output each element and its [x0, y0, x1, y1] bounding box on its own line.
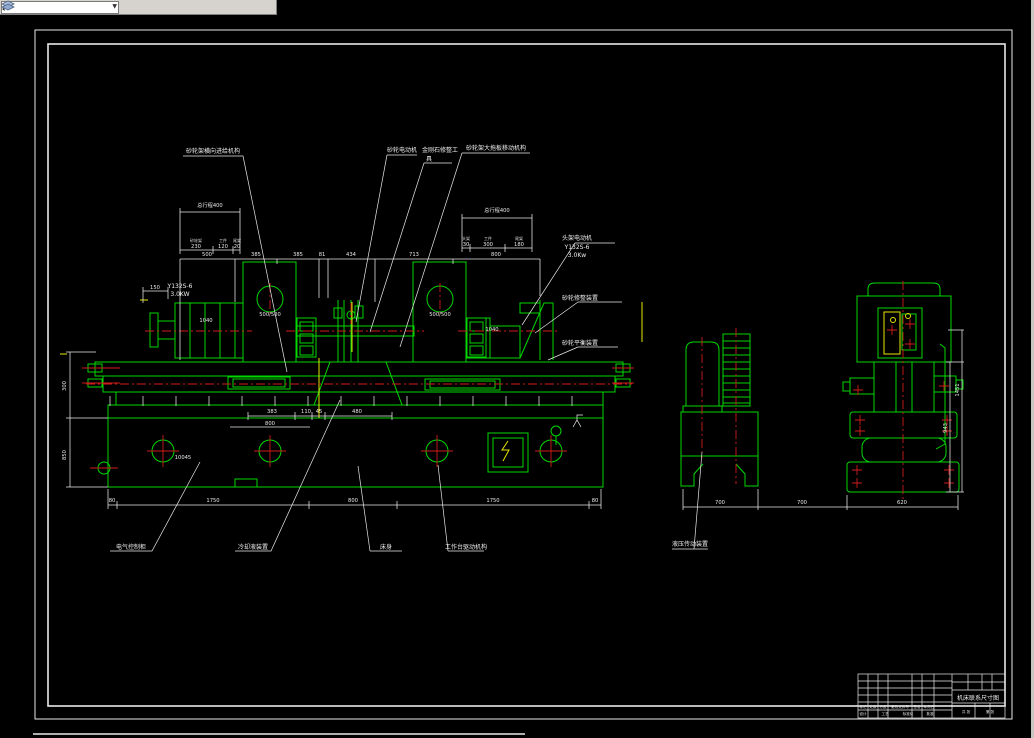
dim: 120: [218, 244, 228, 250]
chevron-down-icon[interactable]: ▼: [112, 4, 118, 10]
title-block-texts: 机床联系尺寸图 标记 处数 分区 更改文件号 签名 年月日 设计 工艺 标准化 …: [859, 694, 999, 716]
tb-cell: 设计: [859, 711, 867, 716]
dim: 385: [251, 252, 261, 258]
dim: 620: [897, 500, 907, 506]
drawing-title: 机床联系尺寸图: [957, 694, 999, 702]
callout-top-2: 砂轮电动机: [387, 146, 417, 154]
dim: 500: [202, 252, 212, 258]
dim: 150: [150, 285, 160, 291]
dim: 80: [592, 498, 599, 504]
dim: 300: [62, 381, 68, 391]
dim-label: 头架: [462, 235, 470, 241]
tb-cell: 分区: [879, 704, 887, 709]
head-left-label: 500/500: [259, 312, 281, 318]
motor-spec-1: Y132S-6: [167, 283, 193, 290]
dim: 20: [234, 244, 241, 250]
callout-right-1c: 3.0Kw: [568, 252, 586, 259]
motor-spec-2: 3.0KW: [170, 291, 189, 298]
callout-bottom-4: 工作台驱动机构: [445, 543, 487, 551]
dim: 700: [797, 500, 807, 506]
tb-cell: 处数: [869, 704, 877, 709]
tb-cell: 工艺: [881, 711, 889, 716]
callout-top-4: 砂轮架大拖板移动机构: [466, 144, 526, 152]
dimension-texts: 500 385 385 81 434 713 800 总行程400 砂轮架 工件…: [62, 201, 961, 506]
callout-right-2: 砂轮修整装置: [562, 294, 598, 302]
dim: 30: [463, 242, 470, 248]
dim: 80: [109, 498, 116, 504]
machine-geometry: [87, 261, 964, 493]
dim-label: 尾架: [233, 237, 241, 243]
callout-bottom-2: 冷却液装置: [238, 543, 268, 551]
dim: 480: [352, 409, 362, 415]
dim: 110: [301, 409, 311, 415]
dim: 1750: [486, 498, 499, 504]
tb-cell: 签名: [913, 704, 921, 709]
dim: 383: [267, 409, 277, 415]
tb-cell: 第 张: [986, 709, 995, 714]
dim-label: 尾架: [515, 235, 523, 241]
sheet-frame: [33, 29, 1013, 735]
dim-label: 工件: [484, 235, 492, 241]
dim: 850: [62, 450, 68, 460]
dim: 700: [715, 500, 725, 506]
dim: 385: [293, 252, 303, 258]
dim: 45: [316, 409, 323, 415]
dim-label: 砂轮架: [190, 237, 202, 243]
dim: 300: [483, 242, 493, 248]
tb-cell: 批准: [926, 711, 934, 716]
dim-label: 工件: [219, 237, 227, 243]
dim: 81: [319, 252, 326, 258]
callout-right-3: 砂轮平衡装置: [562, 339, 598, 347]
dim: 230: [191, 244, 201, 250]
tb-cell: 更改文件号: [891, 704, 909, 709]
dim: 1750: [206, 498, 219, 504]
layer-toolbar: ▼: [0, 0, 277, 15]
tb-cell: 共 张: [962, 709, 971, 714]
callout-top-3b: 具: [426, 156, 432, 163]
part-label-2: 1040: [485, 327, 498, 333]
leader-lines: [110, 152, 708, 552]
head-right-label: 500/500: [429, 312, 451, 318]
dim: 180: [514, 242, 524, 248]
dim-header: 总行程400: [197, 201, 222, 209]
dim: 800: [491, 252, 501, 258]
layer-combobox[interactable]: ▼: [1, 0, 119, 14]
cad-window: 砂轮架横向进给机构 砂轮电动机 金刚石修整工 具 砂轮架大拖板移动机构 头架电动…: [0, 0, 1034, 738]
layers-icon: [1, 0, 15, 11]
dim: 943: [943, 423, 949, 433]
callout-bottom-3: 床身: [380, 543, 392, 551]
dim: 434: [346, 252, 357, 258]
dimension-lines: [66, 208, 964, 510]
dim-header: 总行程400: [484, 206, 509, 214]
dim: 1451: [955, 383, 961, 396]
dim: 800: [348, 498, 358, 504]
layer-properties-button[interactable]: [1, 0, 143, 14]
tb-cell: 年月日: [924, 704, 935, 709]
callout-bottom-5: 液压传动装置: [672, 540, 708, 548]
callout-right-1b: Y132S-6: [564, 244, 590, 251]
dim: 800: [265, 421, 275, 427]
drawing-canvas[interactable]: 砂轮架横向进给机构 砂轮电动机 金刚石修整工 具 砂轮架大拖板移动机构 头架电动…: [0, 0, 1034, 738]
tb-cell: 标记: [859, 704, 867, 709]
part-label-1: 1040: [199, 318, 212, 324]
callout-bottom-1: 电气控制柜: [116, 543, 146, 551]
callout-top-1: 砂轮架横向进给机构: [186, 147, 240, 155]
tb-cell: 标准化: [903, 711, 914, 716]
bed-label: 10045: [175, 455, 192, 461]
callout-right-1a: 头架电动机: [562, 234, 592, 242]
layers-button[interactable]: [1, 0, 167, 14]
callout-top-3a: 金刚石修整工: [422, 146, 458, 154]
dim: 713: [409, 252, 419, 258]
